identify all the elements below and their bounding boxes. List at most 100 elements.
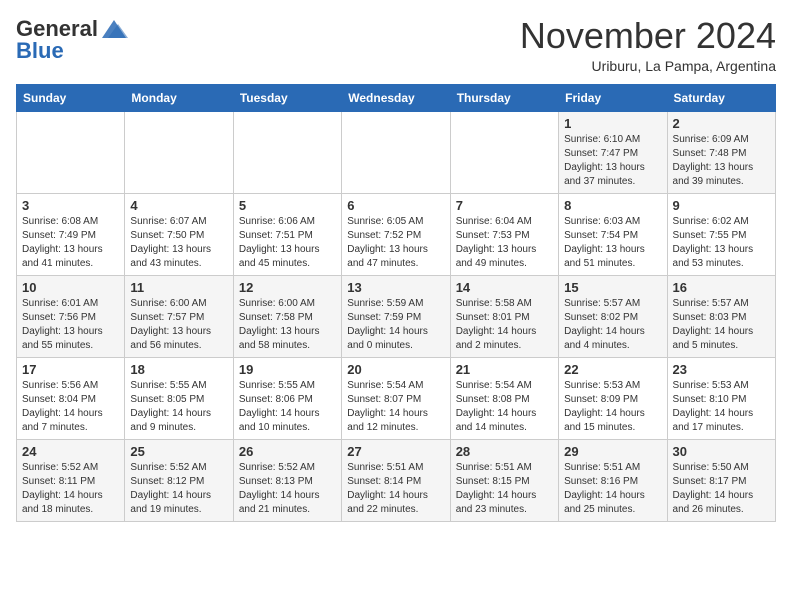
- day-info: Sunrise: 6:10 AMSunset: 7:47 PMDaylight:…: [564, 133, 661, 189]
- day-info: Sunrise: 6:02 AMSunset: 7:55 PMDaylight:…: [673, 215, 770, 271]
- weekday-header: Tuesday: [233, 84, 341, 111]
- calendar-cell: 26 Sunrise: 5:52 AMSunset: 8:13 PMDayligh…: [233, 439, 341, 521]
- calendar-cell: 3 Sunrise: 6:08 AMSunset: 7:49 PMDaylight…: [17, 193, 125, 275]
- day-number: 20: [347, 362, 444, 377]
- calendar-cell: 25 Sunrise: 5:52 AMSunset: 8:12 PMDayligh…: [125, 439, 233, 521]
- day-info: Sunrise: 6:00 AMSunset: 7:58 PMDaylight:…: [239, 297, 336, 353]
- calendar-cell: 30Sunrise: 5:50 AMSunset: 8:17 PMDayligh…: [667, 439, 775, 521]
- calendar-cell: 6 Sunrise: 6:05 AMSunset: 7:52 PMDaylight…: [342, 193, 450, 275]
- day-number: 24: [22, 444, 119, 459]
- day-number: 17: [22, 362, 119, 377]
- calendar-week-row: 24 Sunrise: 5:52 AMSunset: 8:11 PMDayligh…: [17, 439, 776, 521]
- day-info: Sunrise: 5:51 AMSunset: 8:16 PMDaylight:…: [564, 461, 661, 517]
- day-number: 7: [456, 198, 553, 213]
- day-number: 22: [564, 362, 661, 377]
- day-info: Sunrise: 5:52 AMSunset: 8:11 PMDaylight:…: [22, 461, 119, 517]
- day-info: Sunrise: 5:53 AMSunset: 8:09 PMDaylight:…: [564, 379, 661, 435]
- logo: General Blue: [16, 16, 128, 64]
- page-header: General Blue November 2024 Uriburu, La P…: [16, 16, 776, 74]
- day-info: Sunrise: 6:03 AMSunset: 7:54 PMDaylight:…: [564, 215, 661, 271]
- calendar-cell: 16 Sunrise: 5:57 AMSunset: 8:03 PMDayligh…: [667, 275, 775, 357]
- day-info: Sunrise: 5:56 AMSunset: 8:04 PMDaylight:…: [22, 379, 119, 435]
- day-info: Sunrise: 6:08 AMSunset: 7:49 PMDaylight:…: [22, 215, 119, 271]
- calendar-cell: 22 Sunrise: 5:53 AMSunset: 8:09 PMDayligh…: [559, 357, 667, 439]
- logo-blue: Blue: [16, 38, 64, 63]
- calendar-cell: 15 Sunrise: 5:57 AMSunset: 8:02 PMDayligh…: [559, 275, 667, 357]
- day-number: 18: [130, 362, 227, 377]
- day-number: 14: [456, 280, 553, 295]
- weekday-header: Thursday: [450, 84, 558, 111]
- day-info: Sunrise: 5:53 AMSunset: 8:10 PMDaylight:…: [673, 379, 770, 435]
- day-info: Sunrise: 6:05 AMSunset: 7:52 PMDaylight:…: [347, 215, 444, 271]
- day-info: Sunrise: 5:55 AMSunset: 8:05 PMDaylight:…: [130, 379, 227, 435]
- day-info: Sunrise: 5:55 AMSunset: 8:06 PMDaylight:…: [239, 379, 336, 435]
- calendar-cell: 19 Sunrise: 5:55 AMSunset: 8:06 PMDayligh…: [233, 357, 341, 439]
- day-number: 13: [347, 280, 444, 295]
- day-number: 28: [456, 444, 553, 459]
- day-info: Sunrise: 5:52 AMSunset: 8:12 PMDaylight:…: [130, 461, 227, 517]
- day-info: Sunrise: 5:57 AMSunset: 8:02 PMDaylight:…: [564, 297, 661, 353]
- day-number: 25: [130, 444, 227, 459]
- calendar-cell: [125, 111, 233, 193]
- calendar-cell: 2 Sunrise: 6:09 AMSunset: 7:48 PMDaylight…: [667, 111, 775, 193]
- calendar-cell: 10Sunrise: 6:01 AMSunset: 7:56 PMDayligh…: [17, 275, 125, 357]
- calendar-cell: 21 Sunrise: 5:54 AMSunset: 8:08 PMDayligh…: [450, 357, 558, 439]
- day-number: 1: [564, 116, 661, 131]
- day-info: Sunrise: 6:06 AMSunset: 7:51 PMDaylight:…: [239, 215, 336, 271]
- day-number: 26: [239, 444, 336, 459]
- calendar-cell: 24 Sunrise: 5:52 AMSunset: 8:11 PMDayligh…: [17, 439, 125, 521]
- day-number: 5: [239, 198, 336, 213]
- day-number: 16: [673, 280, 770, 295]
- day-info: Sunrise: 5:54 AMSunset: 8:08 PMDaylight:…: [456, 379, 553, 435]
- day-info: Sunrise: 6:09 AMSunset: 7:48 PMDaylight:…: [673, 133, 770, 189]
- calendar-cell: 14 Sunrise: 5:58 AMSunset: 8:01 PMDayligh…: [450, 275, 558, 357]
- day-number: 15: [564, 280, 661, 295]
- day-info: Sunrise: 6:07 AMSunset: 7:50 PMDaylight:…: [130, 215, 227, 271]
- day-number: 21: [456, 362, 553, 377]
- calendar-week-row: 10Sunrise: 6:01 AMSunset: 7:56 PMDayligh…: [17, 275, 776, 357]
- calendar-cell: 11 Sunrise: 6:00 AMSunset: 7:57 PMDayligh…: [125, 275, 233, 357]
- day-number: 19: [239, 362, 336, 377]
- calendar-cell: [233, 111, 341, 193]
- calendar-cell: 18 Sunrise: 5:55 AMSunset: 8:05 PMDayligh…: [125, 357, 233, 439]
- day-info: Sunrise: 5:51 AMSunset: 8:15 PMDaylight:…: [456, 461, 553, 517]
- weekday-header: Saturday: [667, 84, 775, 111]
- calendar-cell: 27 Sunrise: 5:51 AMSunset: 8:14 PMDayligh…: [342, 439, 450, 521]
- calendar-cell: 8 Sunrise: 6:03 AMSunset: 7:54 PMDaylight…: [559, 193, 667, 275]
- day-number: 29: [564, 444, 661, 459]
- day-info: Sunrise: 5:57 AMSunset: 8:03 PMDaylight:…: [673, 297, 770, 353]
- day-number: 2: [673, 116, 770, 131]
- day-info: Sunrise: 5:58 AMSunset: 8:01 PMDaylight:…: [456, 297, 553, 353]
- day-info: Sunrise: 5:51 AMSunset: 8:14 PMDaylight:…: [347, 461, 444, 517]
- day-info: Sunrise: 6:00 AMSunset: 7:57 PMDaylight:…: [130, 297, 227, 353]
- calendar-cell: 5 Sunrise: 6:06 AMSunset: 7:51 PMDaylight…: [233, 193, 341, 275]
- calendar-cell: 17 Sunrise: 5:56 AMSunset: 8:04 PMDayligh…: [17, 357, 125, 439]
- weekday-header: Monday: [125, 84, 233, 111]
- day-info: Sunrise: 5:54 AMSunset: 8:07 PMDaylight:…: [347, 379, 444, 435]
- calendar-cell: 29 Sunrise: 5:51 AMSunset: 8:16 PMDayligh…: [559, 439, 667, 521]
- day-number: 11: [130, 280, 227, 295]
- calendar-cell: 4Sunrise: 6:07 AMSunset: 7:50 PMDaylight…: [125, 193, 233, 275]
- day-number: 3: [22, 198, 119, 213]
- weekday-header-row: SundayMondayTuesdayWednesdayThursdayFrid…: [17, 84, 776, 111]
- calendar-cell: 28 Sunrise: 5:51 AMSunset: 8:15 PMDayligh…: [450, 439, 558, 521]
- day-info: Sunrise: 5:59 AMSunset: 7:59 PMDaylight:…: [347, 297, 444, 353]
- month-title: November 2024: [520, 16, 776, 56]
- weekday-header: Friday: [559, 84, 667, 111]
- day-number: 10: [22, 280, 119, 295]
- day-number: 27: [347, 444, 444, 459]
- calendar-week-row: 1 Sunrise: 6:10 AMSunset: 7:47 PMDaylight…: [17, 111, 776, 193]
- day-info: Sunrise: 6:04 AMSunset: 7:53 PMDaylight:…: [456, 215, 553, 271]
- title-block: November 2024 Uriburu, La Pampa, Argenti…: [520, 16, 776, 74]
- calendar-cell: 23Sunrise: 5:53 AMSunset: 8:10 PMDayligh…: [667, 357, 775, 439]
- calendar-cell: 9Sunrise: 6:02 AMSunset: 7:55 PMDaylight…: [667, 193, 775, 275]
- location: Uriburu, La Pampa, Argentina: [520, 58, 776, 74]
- weekday-header: Sunday: [17, 84, 125, 111]
- calendar-cell: 20 Sunrise: 5:54 AMSunset: 8:07 PMDayligh…: [342, 357, 450, 439]
- day-number: 6: [347, 198, 444, 213]
- day-info: Sunrise: 5:52 AMSunset: 8:13 PMDaylight:…: [239, 461, 336, 517]
- day-number: 30: [673, 444, 770, 459]
- day-number: 12: [239, 280, 336, 295]
- day-number: 8: [564, 198, 661, 213]
- calendar-cell: [342, 111, 450, 193]
